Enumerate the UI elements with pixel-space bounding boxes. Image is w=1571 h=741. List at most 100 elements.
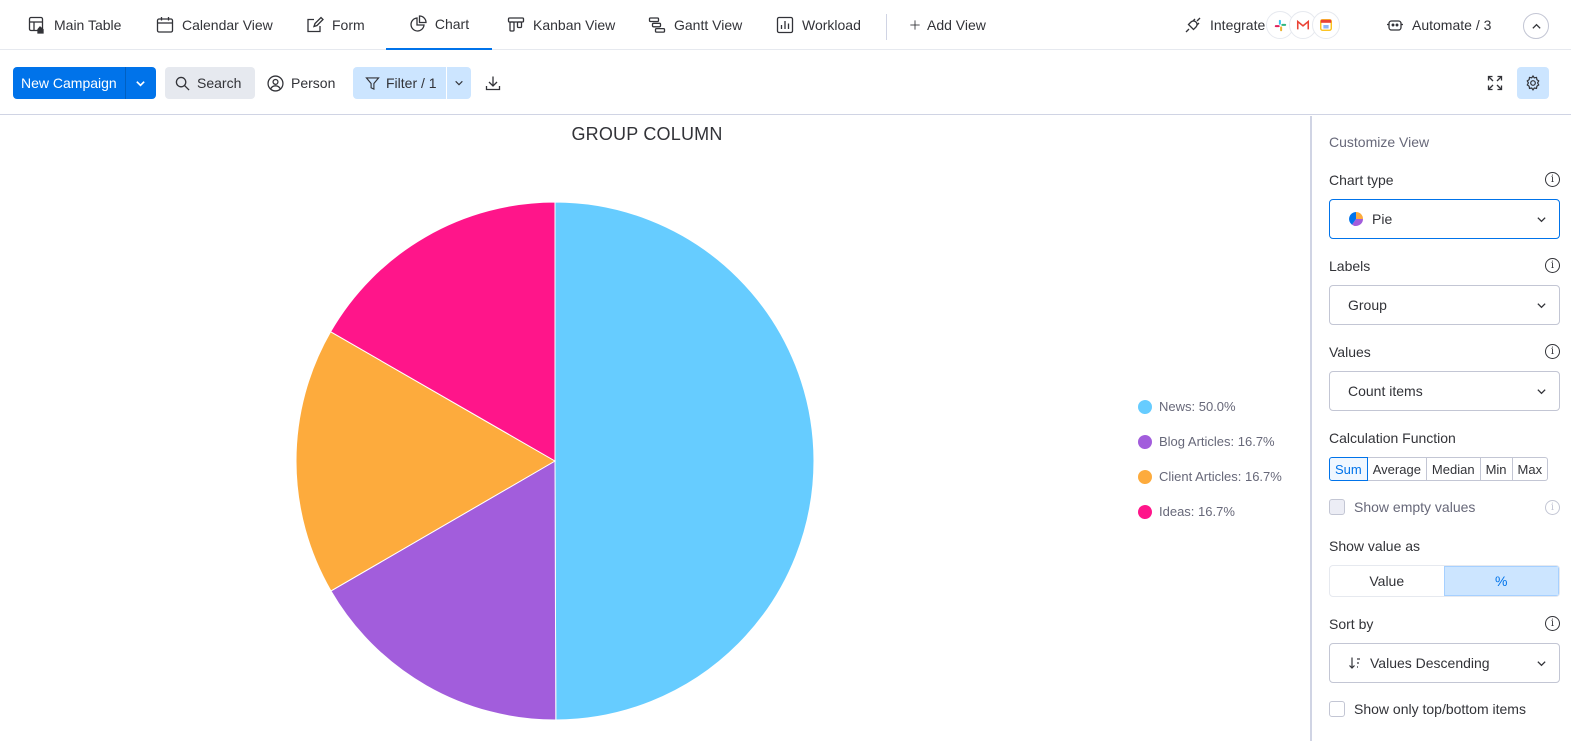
tab-divider <box>886 14 887 40</box>
form-icon <box>307 16 324 33</box>
integration-icons <box>1266 11 1340 39</box>
calendar-app-icon <box>1312 11 1340 39</box>
calc-option-min[interactable]: Min <box>1480 457 1513 481</box>
automate-label: Automate / 3 <box>1412 17 1492 33</box>
tab-label: Gantt View <box>674 17 743 33</box>
sort-by-label: Sort by i <box>1329 616 1560 632</box>
chart-area: GROUP COLUMN News: 50.0% Blog Articles: 1… <box>0 116 1310 741</box>
integrate-button[interactable]: Integrate <box>1184 0 1265 50</box>
chart-title: GROUP COLUMN <box>571 124 723 144</box>
tab-label: Calendar View <box>182 17 273 33</box>
tab-kanban-view[interactable]: Kanban View <box>507 0 615 50</box>
chart-type-value: Pie <box>1372 211 1393 227</box>
legend-item[interactable]: Ideas: 16.7% <box>1138 494 1282 529</box>
values-label-text: Values <box>1329 344 1371 360</box>
chevron-down-icon <box>1537 388 1546 394</box>
fullscreen-button[interactable] <box>1479 67 1511 99</box>
tab-form[interactable]: Form <box>306 0 365 50</box>
tab-main-table[interactable]: Main Table <box>28 0 121 50</box>
filter-button[interactable]: Filter / 1 <box>353 67 447 99</box>
add-view-button[interactable]: Add View <box>909 0 986 50</box>
new-campaign-button[interactable]: New Campaign <box>13 67 126 99</box>
export-button[interactable] <box>477 67 509 99</box>
show-value-as-toggle: Value % <box>1329 565 1560 597</box>
show-empty-values-checkbox[interactable] <box>1329 499 1345 515</box>
sort-by-select[interactable]: Values Descending <box>1329 643 1560 683</box>
calc-option-sum[interactable]: Sum <box>1329 457 1368 481</box>
pie-slice-news[interactable] <box>554 201 815 721</box>
tab-workload[interactable]: Workload <box>776 0 861 50</box>
calendar-icon <box>156 17 174 33</box>
chevron-down-icon <box>1537 302 1546 308</box>
chevron-down-icon <box>136 80 145 87</box>
integrate-label: Integrate <box>1210 17 1266 33</box>
info-icon[interactable]: i <box>1545 500 1560 515</box>
plus-icon <box>910 20 920 30</box>
filter-label: Filter / 1 <box>386 75 437 91</box>
labels-label-text: Labels <box>1329 258 1371 274</box>
legend-swatch <box>1138 504 1152 519</box>
chevron-down-icon <box>1537 660 1546 666</box>
chevron-down-icon <box>454 80 463 86</box>
show-empty-values-row: Show empty values i <box>1329 499 1560 515</box>
chart-type-label: Chart type i <box>1329 172 1560 188</box>
sort-descending-icon <box>1349 657 1360 669</box>
top-bottom-checkbox[interactable] <box>1329 701 1345 717</box>
tab-chart[interactable]: Chart <box>386 0 492 50</box>
person-icon <box>267 74 284 92</box>
legend-label: Ideas: 16.7% <box>1159 504 1235 519</box>
legend-item[interactable]: Client Articles: 16.7% <box>1138 459 1282 494</box>
table-icon <box>28 16 44 34</box>
expand-icon <box>1487 75 1503 91</box>
automate-button[interactable]: Automate / 3 <box>1386 0 1491 50</box>
download-icon <box>485 76 501 91</box>
filter-dropdown[interactable] <box>447 67 471 99</box>
person-filter-button[interactable]: Person <box>257 67 345 99</box>
values-select[interactable]: Count items <box>1329 371 1560 411</box>
show-empty-values-label: Show empty values <box>1354 499 1476 515</box>
tab-label: Main Table <box>54 17 122 33</box>
calc-option-average[interactable]: Average <box>1367 457 1427 481</box>
tab-label: Add View <box>927 17 986 33</box>
info-icon[interactable]: i <box>1545 344 1560 359</box>
chart-type-label-text: Chart type <box>1329 172 1394 188</box>
settings-button[interactable] <box>1517 67 1549 99</box>
calc-option-median[interactable]: Median <box>1426 457 1481 481</box>
sort-by-value: Values Descending <box>1370 655 1490 671</box>
tab-calendar-view[interactable]: Calendar View <box>156 0 273 50</box>
board-toolbar: New Campaign Search Person Filter / 1 <box>0 51 1571 115</box>
info-icon[interactable]: i <box>1545 172 1560 187</box>
tab-label: Form <box>332 17 365 33</box>
legend-swatch <box>1138 399 1152 414</box>
tab-label: Workload <box>802 17 861 33</box>
chart-type-select[interactable]: Pie <box>1329 199 1560 239</box>
search-button[interactable]: Search <box>165 67 255 99</box>
kanban-icon <box>507 17 525 32</box>
new-campaign-button-group: New Campaign <box>13 67 156 99</box>
legend-item[interactable]: Blog Articles: 16.7% <box>1138 424 1282 459</box>
pie-chart <box>295 201 815 721</box>
chart-legend: News: 50.0% Blog Articles: 16.7% Client Ar… <box>1138 389 1282 529</box>
sort-by-label-text: Sort by <box>1329 616 1374 632</box>
calc-function-label: Calculation Function <box>1329 430 1456 446</box>
search-label: Search <box>197 75 242 91</box>
search-icon <box>175 76 190 91</box>
robot-icon <box>1387 20 1403 31</box>
top-bottom-label: Show only top/bottom items <box>1354 701 1526 717</box>
panel-title: Customize View <box>1329 134 1430 150</box>
calc-option-max[interactable]: Max <box>1512 457 1549 481</box>
tab-label: Kanban View <box>533 17 616 33</box>
new-campaign-dropdown[interactable] <box>126 67 156 99</box>
filter-button-group: Filter / 1 <box>353 67 471 99</box>
percent-option[interactable]: % <box>1443 566 1559 596</box>
tab-gantt-view[interactable]: Gantt View <box>648 0 742 50</box>
legend-label: News: 50.0% <box>1159 399 1236 414</box>
workload-icon <box>776 16 794 34</box>
info-icon[interactable]: i <box>1545 258 1560 273</box>
info-icon[interactable]: i <box>1545 616 1560 631</box>
legend-item[interactable]: News: 50.0% <box>1138 389 1282 424</box>
labels-select[interactable]: Group <box>1329 285 1560 325</box>
value-option[interactable]: Value <box>1330 566 1444 596</box>
filter-icon <box>365 76 380 90</box>
collapse-header-button[interactable] <box>1523 13 1549 39</box>
